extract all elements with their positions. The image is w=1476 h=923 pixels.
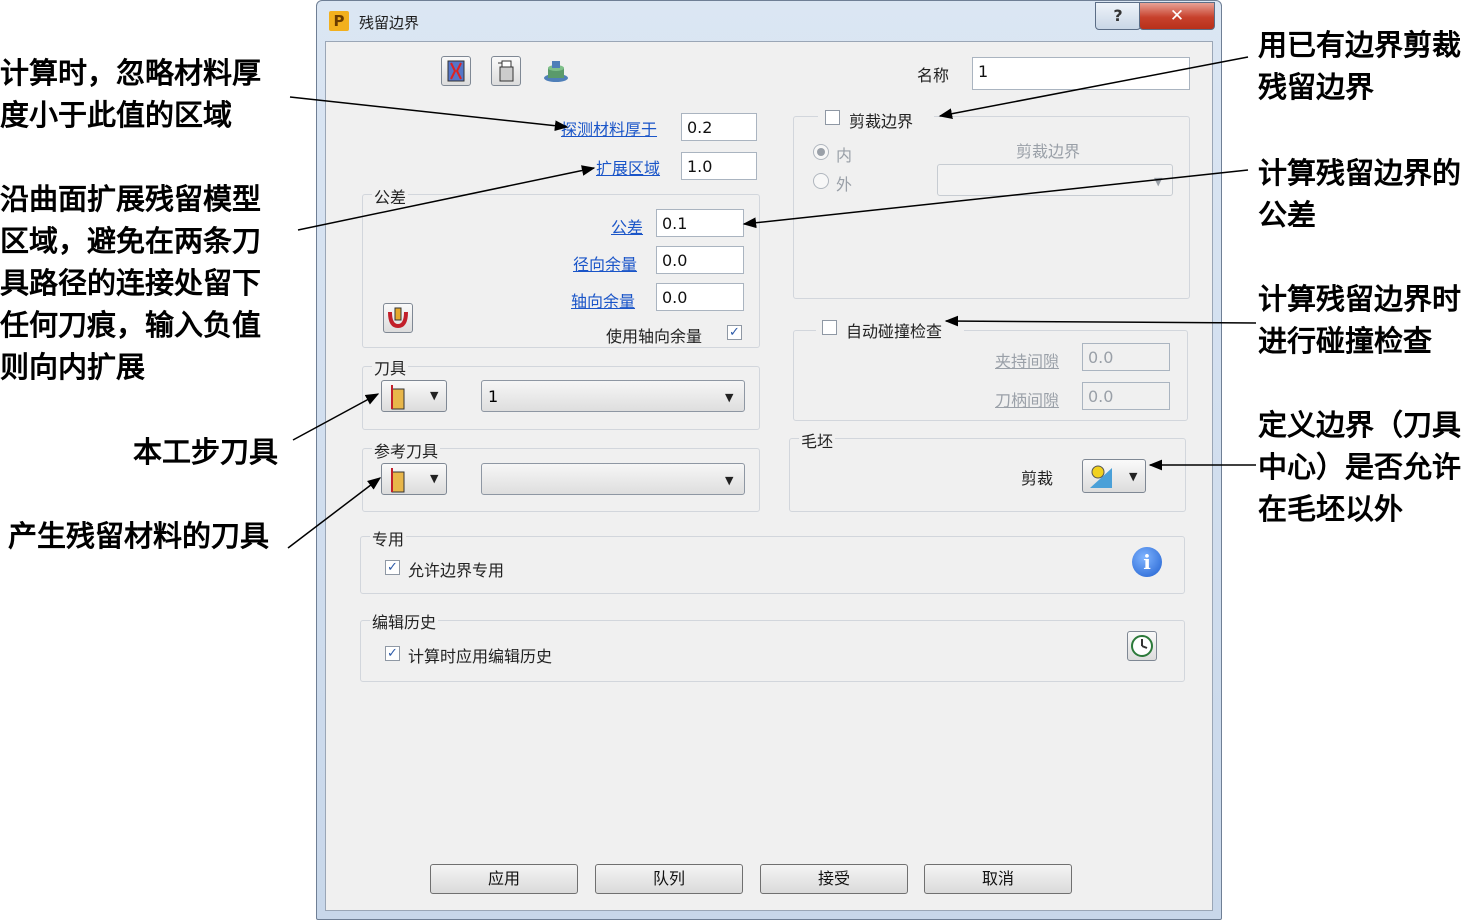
arrow-ref-tool: [287, 477, 382, 549]
arrow-step-tool: [292, 393, 380, 441]
arrow-tolerance: [742, 169, 1249, 229]
arrow-expand-area: [297, 165, 596, 231]
callout-arrows: [287, 56, 1257, 549]
arrow-collision: [944, 315, 1257, 327]
arrow-trim-boundary: [938, 56, 1249, 120]
arrow-detect-thickness: [289, 96, 569, 132]
